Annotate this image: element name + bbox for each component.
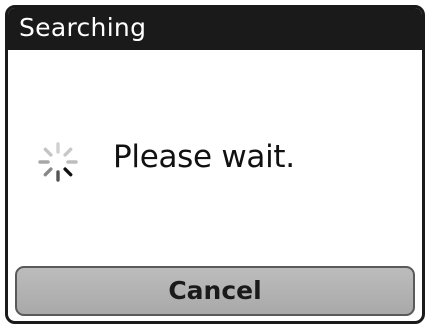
status-message: Please wait.: [113, 139, 295, 175]
cancel-button[interactable]: Cancel: [15, 266, 415, 316]
dialog-title: Searching: [8, 8, 422, 50]
searching-dialog: Searching Please wait. Cancel: [5, 5, 425, 324]
loading-spinner-icon: [38, 142, 78, 182]
dialog-content: Please wait.: [8, 50, 422, 262]
